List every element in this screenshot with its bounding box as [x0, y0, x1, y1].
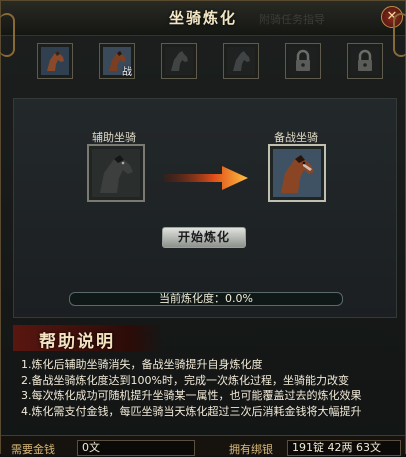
horse-icon	[227, 47, 255, 75]
frame-ornament-left	[0, 13, 15, 57]
mount-slot-5-locked[interactable]	[285, 43, 321, 79]
refine-panel	[13, 98, 397, 318]
mount-slot-row: 战	[37, 43, 383, 81]
frame-ornament-right	[393, 13, 406, 57]
help-title: 帮助说明	[39, 332, 115, 352]
help-line-3: 3.每次炼化成功可随机提升坐骑某一属性，也可能覆盖过去的炼化效果	[21, 389, 362, 402]
horse-icon	[165, 47, 193, 75]
lock-icon	[351, 47, 379, 75]
help-line-4: 4.炼化需支付金钱，每匹坐骑当天炼化超过三次后消耗金钱将大幅提升	[21, 404, 362, 418]
lock-icon	[289, 47, 317, 75]
arrow-right-icon	[164, 166, 248, 190]
cost-label: 需要金钱	[11, 443, 55, 456]
help-banner: 帮助说明	[13, 325, 163, 352]
assist-mount-label: 辅助坐骑	[92, 131, 136, 144]
assist-mount-slot[interactable]	[87, 144, 145, 202]
refine-progress-bar: 当前炼化度：0.0%	[69, 292, 343, 306]
mount-slot-1[interactable]	[37, 43, 73, 79]
window-title: 坐骑炼化	[168, 9, 237, 27]
mount-slot-2[interactable]: 战	[99, 43, 135, 79]
mount-refine-window: 附骑任务指导 坐骑炼化 ✕ 战 辅助坐骑 备战坐骑 开始炼化 当前炼化度：0.0…	[0, 0, 406, 456]
battle-mount-slot[interactable]	[268, 144, 326, 202]
dark-horse-icon	[92, 149, 140, 197]
battle-mount-label: 备战坐骑	[274, 131, 318, 144]
title-bar[interactable]: 附骑任务指导 坐骑炼化 ✕	[1, 1, 405, 36]
start-refine-button[interactable]: 开始炼化	[162, 227, 246, 248]
horse-icon	[41, 47, 69, 75]
owned-silver-label: 拥有绑银	[229, 443, 273, 456]
mount-slot-6-locked[interactable]	[347, 43, 383, 79]
refine-progress-text: 当前炼化度：0.0%	[159, 292, 253, 305]
battle-tag: 战	[122, 67, 132, 78]
mount-slot-4[interactable]	[223, 43, 259, 79]
help-line-1: 1.炼化后辅助坐骑消失，备战坐骑提升自身炼化度	[21, 358, 263, 371]
help-list: 1.炼化后辅助坐骑消失，备战坐骑提升自身炼化度 2.备战坐骑炼化度达到100%时…	[21, 357, 405, 419]
mount-slot-3[interactable]	[161, 43, 197, 79]
help-line-2: 2.备战坐骑炼化度达到100%时，完成一次炼化过程，坐骑能力改变	[21, 373, 349, 387]
brown-horse-icon	[273, 149, 321, 197]
footer-bar: 需要金钱 0文 拥有绑银 191锭 42两 63文	[1, 435, 405, 456]
